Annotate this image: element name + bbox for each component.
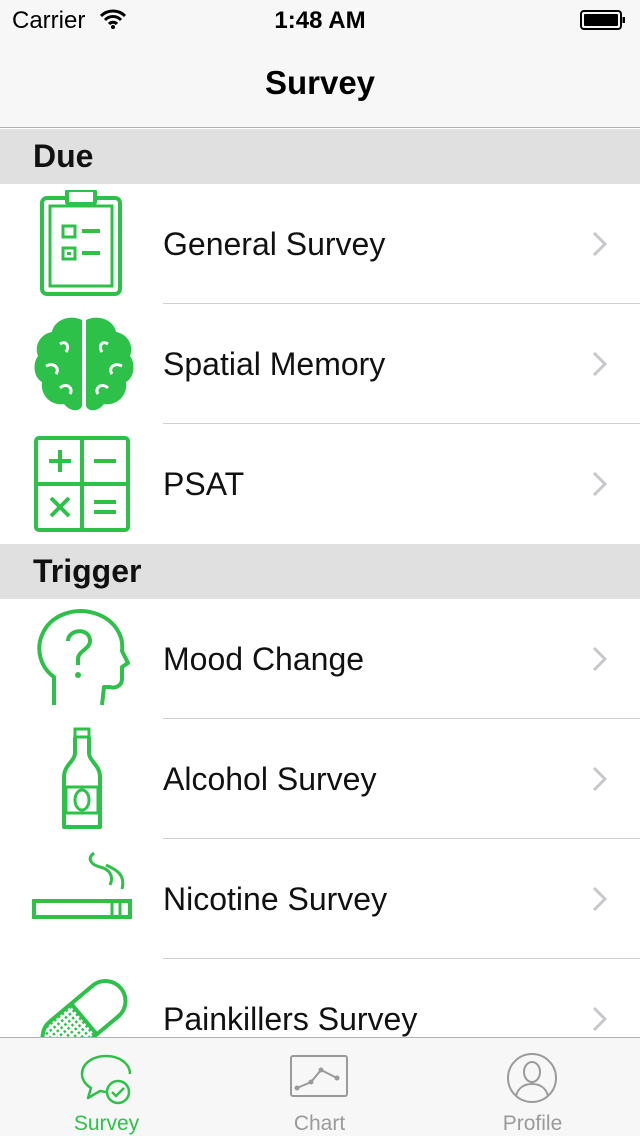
- list-item-label: PSAT: [163, 466, 245, 502]
- tab-profile[interactable]: Profile: [426, 1038, 639, 1136]
- list-item-mood-change[interactable]: Mood Change: [0, 599, 640, 719]
- list-item-psat[interactable]: PSAT: [0, 424, 640, 544]
- list-item-label: Nicotine Survey: [163, 881, 388, 917]
- status-bar: Carrier 1:48 AM: [0, 0, 640, 40]
- list-item-general-survey[interactable]: General Survey: [0, 184, 640, 304]
- brain-icon: [34, 317, 134, 411]
- section-header-trigger: Trigger: [0, 544, 640, 599]
- list-item-nicotine-survey[interactable]: Nicotine Survey: [0, 839, 640, 959]
- chevron-right-icon: [592, 886, 608, 912]
- list-item-label: Mood Change: [163, 641, 365, 677]
- list-item-label: Painkillers Survey: [163, 1001, 418, 1037]
- tab-label: Profile: [502, 1112, 563, 1135]
- tab-label: Chart: [293, 1112, 346, 1135]
- battery-icon: [580, 10, 625, 30]
- chart-icon: [290, 1055, 348, 1097]
- clipboard-icon: [40, 190, 122, 296]
- status-time: 1:48 AM: [274, 7, 366, 34]
- tab-label: Survey: [73, 1112, 140, 1135]
- bottle-icon: [62, 727, 102, 829]
- list-item-label: General Survey: [163, 226, 386, 262]
- chevron-right-icon: [592, 231, 608, 257]
- chevron-right-icon: [592, 646, 608, 672]
- chevron-right-icon: [592, 1006, 608, 1032]
- tab-chart[interactable]: Chart: [213, 1038, 426, 1136]
- list-item-alcohol-survey[interactable]: Alcohol Survey: [0, 719, 640, 839]
- page-title: Survey: [264, 64, 376, 101]
- pill-icon: [40, 979, 128, 1037]
- list-item-painkillers-survey[interactable]: Painkillers Survey: [0, 959, 640, 1037]
- survey-chat-icon: [80, 1054, 132, 1105]
- list-item-label: Spatial Memory: [163, 346, 386, 382]
- chevron-right-icon: [592, 351, 608, 377]
- list-item-spatial-memory[interactable]: Spatial Memory: [0, 304, 640, 424]
- navigation-bar: Survey: [0, 40, 640, 128]
- tab-bar: Survey Chart Profile: [0, 1037, 640, 1136]
- list-item-label: Alcohol Survey: [163, 761, 377, 797]
- chevron-right-icon: [592, 471, 608, 497]
- survey-list[interactable]: Due General Survey Spatial Memory PSAT T…: [0, 129, 640, 1037]
- cigarette-icon: [32, 851, 132, 919]
- head-question-icon: [37, 609, 130, 706]
- tab-survey[interactable]: Survey: [0, 1038, 213, 1136]
- section-header-due: Due: [0, 129, 640, 184]
- profile-icon: [507, 1053, 557, 1103]
- calculator-icon: [34, 436, 130, 532]
- chevron-right-icon: [592, 766, 608, 792]
